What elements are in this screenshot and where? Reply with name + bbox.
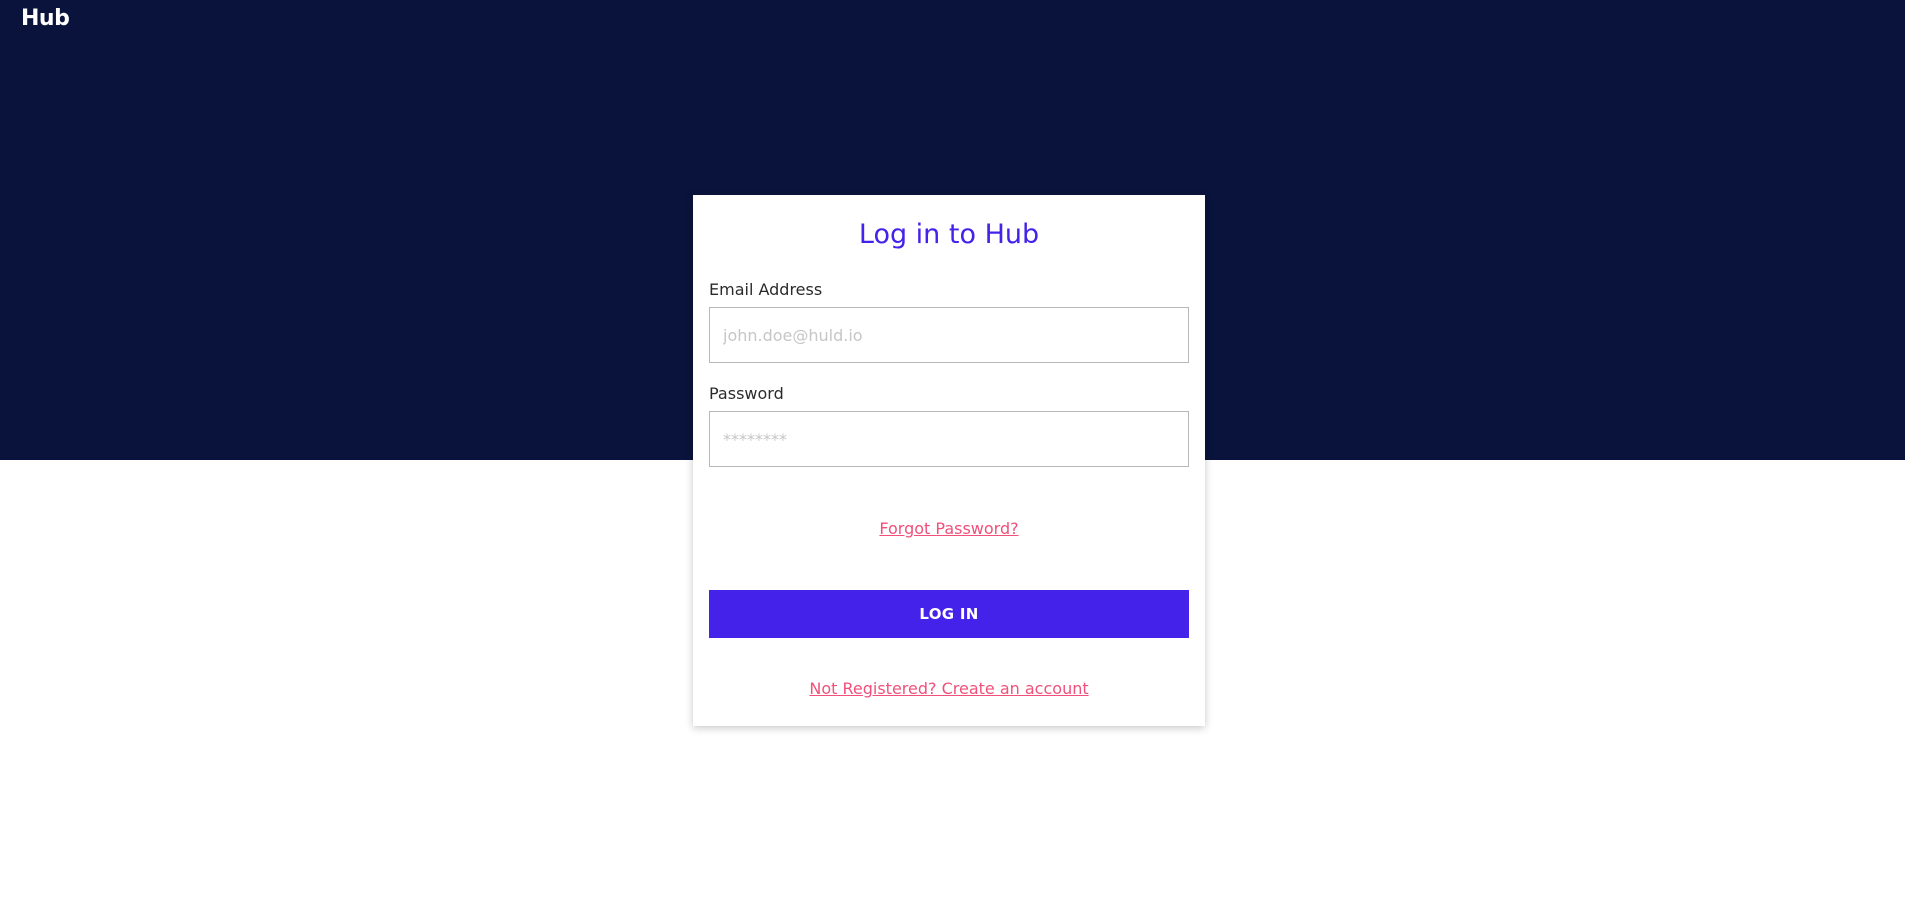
email-input[interactable]	[709, 307, 1189, 363]
login-card: Log in to Hub Email Address Password For…	[693, 195, 1205, 726]
password-label: Password	[709, 384, 784, 403]
forgot-password-link[interactable]: Forgot Password?	[693, 519, 1205, 538]
login-button[interactable]: LOG IN	[709, 590, 1189, 638]
email-label: Email Address	[709, 280, 823, 299]
login-title: Log in to Hub	[858, 219, 1040, 250]
register-link[interactable]: Not Registered? Create an account	[693, 679, 1205, 698]
brand-logo[interactable]: Hub	[21, 6, 70, 31]
password-input[interactable]	[709, 411, 1189, 467]
